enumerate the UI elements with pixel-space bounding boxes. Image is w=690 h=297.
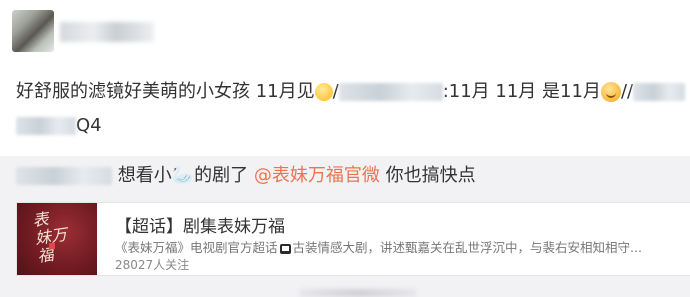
- repost-text: 想看小🦢的剧了 @表妹万福官微 你也搞快点: [16, 165, 476, 187]
- topic-title[interactable]: 【超话】剧集表妹万福: [115, 212, 285, 237]
- repost-username-redacted[interactable]: [16, 167, 112, 185]
- tv-icon: [279, 243, 291, 254]
- post-text-segment: //: [620, 81, 634, 102]
- mention-redacted[interactable]: [633, 83, 686, 101]
- mention-link[interactable]: @表妹万福官微: [254, 165, 380, 186]
- cover-calligraphy: 表 妹万 福: [31, 209, 69, 266]
- topic-description-segment: 古装情感大剧，讲述甄嘉关在乱世浮沉中，与裴右安相知相守...: [292, 240, 642, 255]
- mention-redacted[interactable]: [16, 117, 76, 135]
- username-redacted[interactable]: [60, 22, 154, 42]
- post-text-line-1: 好舒服的滤镜好美萌的小女孩 11月见 / :11月 11月 是11月 //: [16, 81, 686, 103]
- post-text-slash: /: [332, 81, 339, 102]
- repost-text-segment: 想看小: [117, 165, 172, 186]
- cover-seal-icon: [49, 243, 55, 249]
- swan-emoji-icon: 🦢: [171, 165, 195, 186]
- post-text-segment: :11月 11月 是11月: [442, 81, 601, 102]
- repost-text-segment: 你也搞快点: [385, 165, 476, 186]
- post-text-segment: 好舒服的滤镜好美萌的小女孩 11月见: [16, 81, 315, 102]
- topic-description: 《表妹万福》电视剧官方超话 古装情感大剧，讲述甄嘉关在乱世浮沉中，与裴右安相知相守…: [115, 237, 642, 256]
- topic-card[interactable]: 表 妹万 福 【超话】剧集表妹万福 《表妹万福》电视剧官方超话 古装情感大剧，讲述…: [16, 202, 690, 276]
- topic-followers: 28027人关注: [115, 258, 190, 272]
- grin-face-emoji-icon: [600, 82, 621, 102]
- post-text-segment: Q4: [76, 115, 102, 136]
- avatar[interactable]: [12, 10, 54, 52]
- topic-cover-image[interactable]: 表 妹万 福: [17, 203, 97, 275]
- topic-description-segment: 《表妹万福》电视剧官方超话: [115, 240, 278, 255]
- repost-text-segment: 的剧了: [194, 165, 249, 186]
- redacted-footer: [300, 289, 416, 297]
- post-text-line-2: Q4: [16, 115, 102, 137]
- mention-redacted[interactable]: [338, 83, 443, 101]
- smile-face-emoji-icon: [314, 83, 333, 101]
